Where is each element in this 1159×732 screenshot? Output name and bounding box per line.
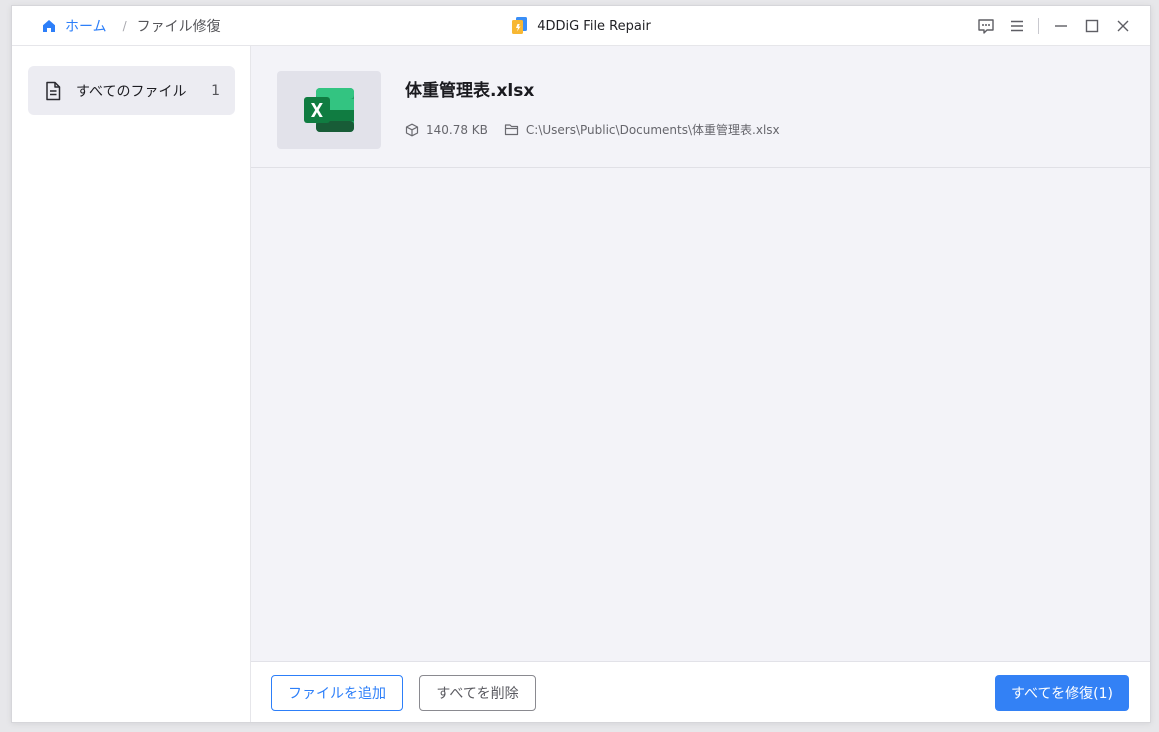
- file-meta: 140.78 KB C:\Users\Public\Documents\体重管理…: [405, 121, 780, 138]
- file-path-text: C:\Users\Public\Documents\体重管理表.xlsx: [525, 123, 780, 137]
- home-icon: [43, 20, 55, 32]
- close-icon: [1117, 20, 1129, 32]
- file-size: 140.78 KB: [405, 123, 488, 137]
- breadcrumb-home-label: ホーム: [65, 19, 107, 35]
- sidebar-item-all-files[interactable]: すべてのファイル 1: [28, 66, 235, 115]
- file-path: C:\Users\Public\Documents\体重管理表.xlsx: [504, 121, 780, 138]
- minimize-button[interactable]: [1050, 15, 1072, 37]
- bottom-action-bar: ファイルを追加 すべてを削除 すべてを修復(1): [251, 661, 1150, 722]
- breadcrumb-current: ファイル修復: [136, 19, 221, 35]
- minimize-icon: [1055, 25, 1067, 27]
- app-logo-icon: [512, 17, 528, 34]
- main-panel: 体重管理表.xlsx 140.78 KB C:\Users\Public\Doc…: [251, 46, 1150, 661]
- breadcrumb: ホーム / ファイル修復: [41, 6, 221, 46]
- delete-all-button[interactable]: すべてを削除: [419, 675, 536, 711]
- window-controls: [966, 6, 1134, 46]
- excel-icon: [304, 88, 354, 132]
- sidebar-item-label: すべてのファイル: [76, 83, 187, 100]
- window-controls-divider: [1038, 18, 1039, 34]
- feedback-icon: [978, 18, 994, 34]
- file-thumbnail: [277, 71, 381, 149]
- maximize-button[interactable]: [1081, 15, 1103, 37]
- app-window: ホーム / ファイル修復 4DDiG File Repair すべてのファイル …: [11, 5, 1151, 723]
- add-file-button[interactable]: ファイルを追加: [271, 675, 403, 711]
- maximize-icon: [1085, 19, 1099, 33]
- close-button[interactable]: [1112, 15, 1134, 37]
- title-bar: ホーム / ファイル修復 4DDiG File Repair: [12, 6, 1150, 46]
- sidebar-item-count: 1: [211, 82, 220, 99]
- file-size-text: 140.78 KB: [426, 122, 488, 137]
- document-icon: [44, 81, 62, 101]
- menu-button[interactable]: [1006, 15, 1028, 37]
- feedback-button[interactable]: [975, 15, 997, 37]
- breadcrumb-home-link[interactable]: ホーム: [41, 16, 107, 36]
- package-icon: [405, 123, 419, 136]
- menu-icon: [1011, 20, 1023, 32]
- breadcrumb-separator: /: [122, 19, 127, 33]
- file-list-item[interactable]: 体重管理表.xlsx 140.78 KB C:\Users\Public\Doc…: [251, 46, 1150, 168]
- sidebar: すべてのファイル 1: [12, 46, 251, 722]
- file-name: 体重管理表.xlsx: [405, 81, 535, 101]
- repair-all-button[interactable]: すべてを修復(1): [995, 675, 1129, 711]
- folder-icon: [504, 124, 519, 136]
- app-title-text: 4DDiG File Repair: [537, 18, 651, 34]
